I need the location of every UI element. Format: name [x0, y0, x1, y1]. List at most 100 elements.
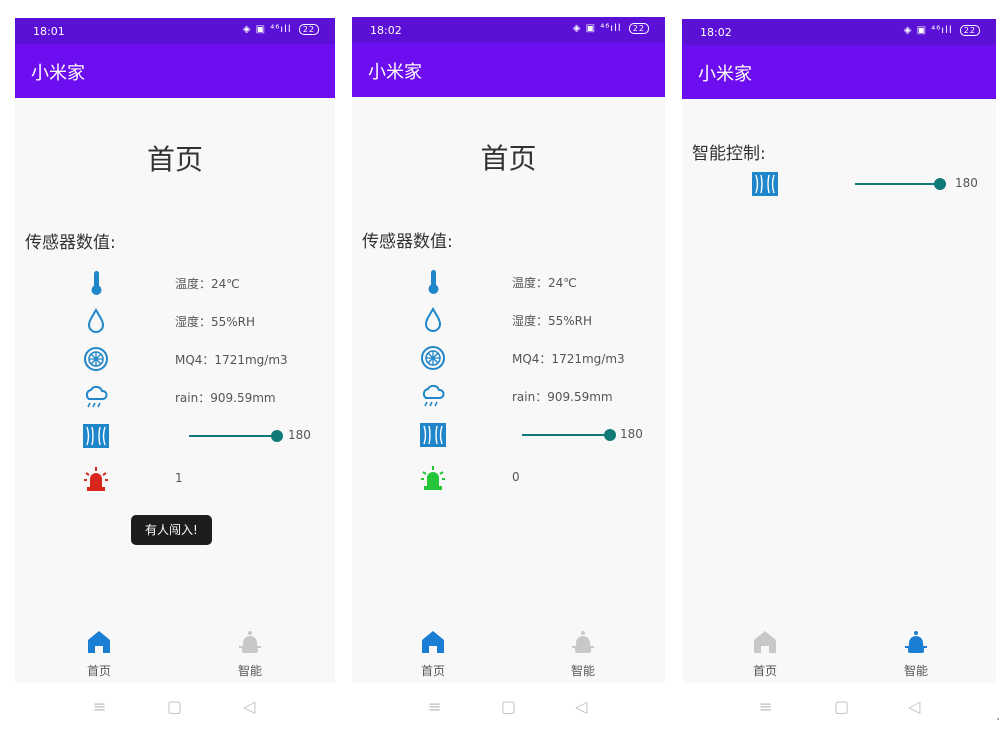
temperature-value: 温度：24℃: [175, 277, 240, 291]
curtain-slider[interactable]: [189, 430, 283, 442]
back-icon[interactable]: ◁: [908, 697, 920, 716]
curtain-control-row: 180: [15, 419, 335, 453]
nav-smart-label: 智能: [570, 664, 595, 678]
temperature-value: 温度：24℃: [512, 276, 577, 290]
system-nav-bar: ≡ ▢ ◁: [352, 683, 665, 735]
sensor-row-temperature: 温度：24℃: [15, 266, 335, 300]
smart-control-title: 智能控制:: [692, 144, 766, 164]
bottom-nav: 首页 智能: [15, 623, 335, 683]
smart-content: 智能控制: 180: [682, 99, 996, 683]
home-content: 首页 传感器数值: 温度：24℃ 湿度：55%RH MQ4：1721mg/m3 …: [352, 97, 665, 683]
home-square-icon[interactable]: ▢: [167, 697, 182, 716]
app-bar: 小米家: [682, 45, 996, 99]
status-time: 18:02: [700, 26, 732, 39]
app-title: 小米家: [31, 63, 85, 84]
nav-smart[interactable]: 智能: [553, 629, 613, 679]
thermometer-icon: [418, 267, 448, 297]
nav-home-label: 首页: [86, 664, 111, 678]
battery-icon: 22: [298, 24, 319, 35]
edge-glyph: ·: [996, 712, 1001, 728]
nav-smart-label: 智能: [237, 664, 262, 678]
app-bar: 小米家: [15, 44, 335, 98]
phone-screen-2: 18:02 ◈ ▣ ⁴⁶ıll 22 小米家 首页 传感器数值: 温度：24℃ …: [352, 17, 665, 735]
humidity-value: 湿度：55%RH: [175, 315, 256, 329]
nav-home[interactable]: 首页: [735, 629, 795, 679]
nav-home[interactable]: 首页: [403, 629, 463, 679]
curtain-control-row: 180: [352, 418, 665, 452]
home-icon: [84, 629, 114, 655]
curtain-icon: [81, 421, 111, 451]
app-bar: 小米家: [352, 43, 665, 97]
system-nav-bar: ≡ ▢ ◁: [15, 683, 335, 735]
water-drop-icon: [81, 306, 111, 336]
menu-icon[interactable]: ≡: [93, 697, 106, 716]
sensor-row-humidity: 湿度：55%RH: [352, 303, 665, 337]
slider-value: 180: [955, 176, 978, 190]
curtain-slider[interactable]: [522, 429, 616, 441]
alarm-siren-icon: [81, 464, 111, 494]
phone-screen-1: 18:01 ◈ ▣ ⁴⁶ıll 22 小米家 首页 传感器数值: 温度：24℃ …: [15, 18, 335, 735]
sensor-row-rain: rain：909.59mm: [15, 380, 335, 414]
nav-home-label: 首页: [420, 664, 445, 678]
nav-smart[interactable]: 智能: [886, 629, 946, 679]
menu-icon[interactable]: ≡: [759, 697, 772, 716]
home-square-icon[interactable]: ▢: [501, 697, 516, 716]
intrusion-toast: 有人闯入!: [131, 515, 212, 545]
status-time: 18:02: [370, 24, 402, 37]
sensor-section-title: 传感器数值:: [362, 232, 453, 252]
status-time: 18:01: [33, 25, 65, 38]
rain-value: rain：909.59mm: [512, 390, 613, 404]
nav-home[interactable]: 首页: [69, 629, 129, 679]
robot-icon: [568, 629, 598, 655]
app-title: 小米家: [368, 62, 422, 83]
alarm-row: 1: [15, 462, 335, 496]
sensor-row-humidity: 湿度：55%RH: [15, 304, 335, 338]
curtain-icon: [418, 420, 448, 450]
slider-value: 180: [620, 427, 643, 441]
page-title: 首页: [146, 143, 203, 176]
slider-thumb[interactable]: [934, 178, 946, 190]
status-bar: 18:02 ◈ ▣ ⁴⁶ıll 22: [352, 17, 665, 43]
thermometer-icon: [81, 268, 111, 298]
status-bar: 18:01 ◈ ▣ ⁴⁶ıll 22: [15, 18, 335, 44]
nav-home-label: 首页: [752, 664, 777, 678]
slider-thumb[interactable]: [604, 429, 616, 441]
status-icons: ◈ ▣ ⁴⁶ıll 22: [243, 24, 319, 35]
water-drop-icon: [418, 305, 448, 335]
slider-value: 180: [288, 428, 311, 442]
system-nav-bar: ≡ ▢ ◁: [682, 683, 996, 735]
robot-icon: [901, 629, 931, 655]
status-bar: 18:02 ◈ ▣ ⁴⁶ıll 22: [682, 19, 996, 45]
nav-smart-label: 智能: [903, 664, 928, 678]
app-title: 小米家: [698, 64, 752, 85]
robot-icon: [235, 629, 265, 655]
nav-smart[interactable]: 智能: [220, 629, 280, 679]
alarm-siren-icon: [418, 463, 448, 493]
rain-cloud-icon: [81, 382, 111, 412]
humidity-value: 湿度：55%RH: [512, 314, 593, 328]
gas-value: MQ4：1721mg/m3: [512, 352, 625, 366]
menu-icon[interactable]: ≡: [428, 697, 441, 716]
slider-thumb[interactable]: [271, 430, 283, 442]
home-icon: [750, 629, 780, 655]
home-square-icon[interactable]: ▢: [834, 697, 849, 716]
sensor-row-rain: rain：909.59mm: [352, 379, 665, 413]
gas-sensor-icon: [418, 343, 448, 373]
alarm-value: 1: [175, 471, 183, 485]
bottom-nav: 首页 智能: [352, 623, 665, 683]
alarm-value: 0: [512, 470, 520, 484]
alarm-row: 0: [352, 461, 665, 495]
sensor-row-gas: MQ4：1721mg/m3: [352, 341, 665, 375]
gas-value: MQ4：1721mg/m3: [175, 353, 288, 367]
home-icon: [418, 629, 448, 655]
bottom-nav: 首页 智能: [682, 623, 996, 683]
back-icon[interactable]: ◁: [575, 697, 587, 716]
curtain-slider[interactable]: [855, 178, 946, 190]
back-icon[interactable]: ◁: [243, 697, 255, 716]
battery-icon: 22: [959, 25, 980, 36]
sensor-row-gas: MQ4：1721mg/m3: [15, 342, 335, 376]
status-icons: ◈ ▣ ⁴⁶ıll 22: [573, 23, 649, 34]
phone-screen-3: 18:02 ◈ ▣ ⁴⁶ıll 22 小米家 智能控制: 180 首页 智能 ≡…: [682, 19, 996, 735]
rain-cloud-icon: [418, 381, 448, 411]
home-content: 首页 传感器数值: 温度：24℃ 湿度：55%RH MQ4：1721mg/m3 …: [15, 98, 335, 683]
